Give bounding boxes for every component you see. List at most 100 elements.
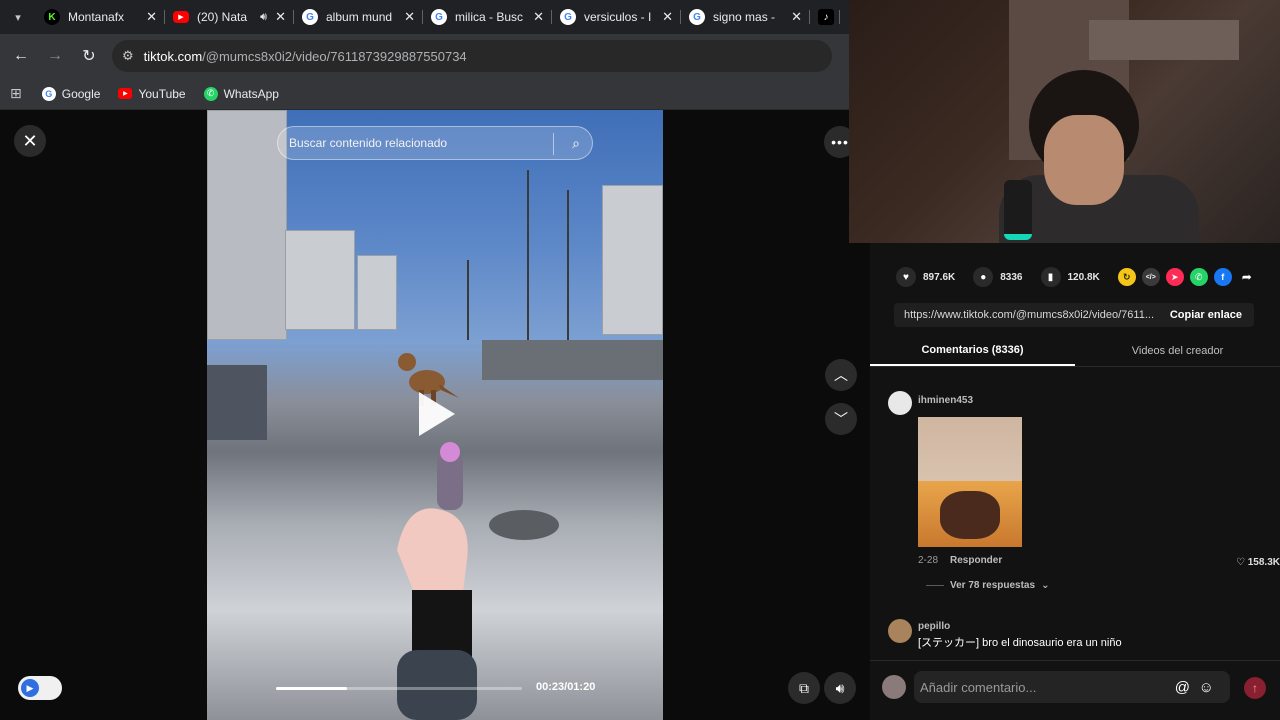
embed-icon[interactable]: </> [1141, 268, 1160, 286]
google-icon: G [560, 9, 576, 25]
tab-title: versiculos - I [584, 10, 652, 24]
browser-tab[interactable]: ▶ (20) Nata 🔊︎ ✕ [165, 0, 294, 34]
streamer-face [1044, 115, 1124, 205]
divider [553, 133, 554, 155]
building [357, 255, 397, 330]
view-replies-button[interactable]: Ver 78 respuestas ⌄ [926, 580, 1049, 591]
video-player[interactable]: Buscar contenido relacionado ⌕ 00:23/01:… [207, 110, 663, 720]
avatar[interactable] [888, 619, 912, 643]
tree [467, 260, 469, 340]
save-button[interactable]: ▮ 120.8K [1040, 267, 1100, 287]
close-tab-icon[interactable]: ✕ [533, 9, 544, 25]
speaker-icon[interactable]: 🔊︎ [260, 11, 267, 24]
back-icon[interactable]: ← [4, 39, 38, 73]
video-viewer: ✕ ••• Buscar contenido relacionado ⌕ 00:… [0, 110, 870, 720]
browser-tab[interactable]: G signo mas - ✕ [681, 0, 810, 34]
bookmark-youtube[interactable]: ▶ YouTube [118, 86, 186, 101]
reply-button[interactable]: Responder [950, 555, 1002, 566]
apps-grid-icon[interactable]: ⊞ [10, 85, 22, 102]
comment-button[interactable]: ● 8336 [973, 267, 1023, 287]
next-video-icon[interactable]: ﹀ [825, 403, 857, 435]
comment-list: ihminen453 2-28 Responder ♡ 158.3K Ver 7… [888, 391, 1280, 656]
comment-placeholder: Añadir comentario... [920, 679, 1037, 695]
bookmark-whatsapp[interactable]: ✆ WhatsApp [203, 86, 279, 101]
whatsapp-icon: ✆ [203, 86, 218, 101]
browser-tab[interactable]: K Montanafx ✕ [36, 0, 165, 34]
reload-icon[interactable]: ↻ [72, 39, 106, 73]
building [602, 185, 663, 335]
comment-date: 2-28 [918, 555, 939, 566]
volume-icon[interactable]: 🔊︎ [824, 672, 856, 704]
site-settings-icon[interactable]: ⚙ [122, 48, 134, 64]
avatar[interactable] [888, 391, 912, 415]
bookmark-icon: ▮ [1040, 267, 1061, 287]
comment-username[interactable]: pepillo [918, 621, 950, 632]
google-icon: G [41, 86, 56, 101]
floating-player-icon[interactable]: ⧉ [788, 672, 820, 704]
comment-sticker-image [918, 417, 1022, 547]
panel-tabs: Comentarios (8336) Videos del creador [870, 335, 1280, 367]
send-icon[interactable]: ↑ [1244, 677, 1266, 699]
address-bar[interactable]: ⚙ tiktok.com/@mumcs8x0i2/video/761187392… [112, 40, 832, 72]
youtube-icon: ▶ [118, 88, 133, 99]
comment-username[interactable]: ihminen453 [918, 395, 973, 406]
close-tab-icon[interactable]: ✕ [791, 9, 802, 25]
close-tab-icon[interactable]: ✕ [275, 9, 286, 25]
sticker-bottom [918, 481, 1022, 547]
background-shelf [1089, 20, 1239, 60]
tab-search-icon[interactable]: ▾ [0, 0, 36, 34]
facebook-icon[interactable]: f [1213, 268, 1232, 286]
forward-icon[interactable]: → [38, 39, 72, 73]
tab-title: album mund [326, 10, 393, 24]
close-icon[interactable]: ✕ [14, 125, 46, 157]
tab-title: (20) Nata [197, 10, 248, 24]
comment-icon: ● [973, 267, 994, 287]
autoscroll-icon: ▶ [21, 679, 39, 697]
close-tab-icon[interactable]: ✕ [662, 9, 673, 25]
like-button[interactable]: ♥ 897.6K [896, 267, 955, 287]
search-icon[interactable]: ⌕ [572, 135, 580, 152]
comment-likes[interactable]: ♡ 158.3K [1236, 557, 1280, 568]
send-icon[interactable]: ➤ [1165, 268, 1184, 286]
tab-title: signo mas - [713, 10, 776, 24]
comment-composer: Añadir comentario... @ ☺ ↑ [870, 660, 1280, 720]
comment-like-count: 158.3K [1247, 557, 1280, 568]
like-count: 897.6K [923, 271, 956, 283]
share-link[interactable]: https://www.tiktok.com/@mumcs8x0i2/video… [894, 309, 1158, 321]
whatsapp-icon[interactable]: ✆ [1189, 268, 1208, 286]
microphone [1004, 180, 1032, 240]
emoji-icon[interactable]: ☺ [1199, 679, 1214, 696]
bookmark-google[interactable]: G Google [41, 86, 101, 101]
browser-tab[interactable]: G album mund ✕ [294, 0, 423, 34]
tiktok-icon: ♪ [818, 9, 834, 25]
bookmark-label: Google [61, 86, 101, 101]
related-search-input[interactable]: Buscar contenido relacionado ⌕ [277, 126, 593, 160]
video-progress-bar[interactable] [276, 687, 522, 690]
copy-link-button[interactable]: Copiar enlace [1158, 309, 1254, 321]
mention-icon[interactable]: @ [1175, 679, 1190, 696]
repost-icon[interactable]: ↻ [1117, 268, 1136, 286]
comment-count: 8336 [1000, 271, 1023, 283]
close-tab-icon[interactable]: ✕ [146, 9, 157, 25]
tree [527, 170, 529, 340]
browser-tab[interactable]: G milica - Busc ✕ [423, 0, 552, 34]
share-link-row: https://www.tiktok.com/@mumcs8x0i2/video… [894, 303, 1254, 327]
previous-video-icon[interactable]: ︿ [825, 359, 857, 391]
comments-panel: ♥ 897.6K ● 8336 ▮ 120.8K ↻ </> ➤ ✆ f ➦ h… [870, 243, 1280, 720]
action-bar: ♥ 897.6K ● 8336 ▮ 120.8K ↻ </> ➤ ✆ f ➦ [896, 267, 1256, 287]
bookmark-label: YouTube [138, 86, 186, 101]
close-tab-icon[interactable]: ✕ [404, 9, 415, 25]
tab-comments[interactable]: Comentarios (8336) [870, 335, 1075, 366]
tree [567, 190, 569, 340]
manhole [489, 510, 559, 540]
browser-tab[interactable]: G versiculos - I ✕ [552, 0, 681, 34]
tab-creator-videos[interactable]: Videos del creador [1075, 335, 1280, 366]
browser-tab-active[interactable]: ♪ [810, 0, 840, 34]
planter [207, 365, 267, 440]
kick-icon: K [44, 9, 60, 25]
play-icon[interactable] [419, 392, 455, 436]
youtube-icon: ▶ [173, 11, 189, 23]
autoscroll-toggle[interactable]: ▶ [18, 676, 62, 700]
comment-input[interactable]: Añadir comentario... @ ☺ [914, 671, 1230, 703]
share-icon[interactable]: ➦ [1238, 268, 1256, 286]
